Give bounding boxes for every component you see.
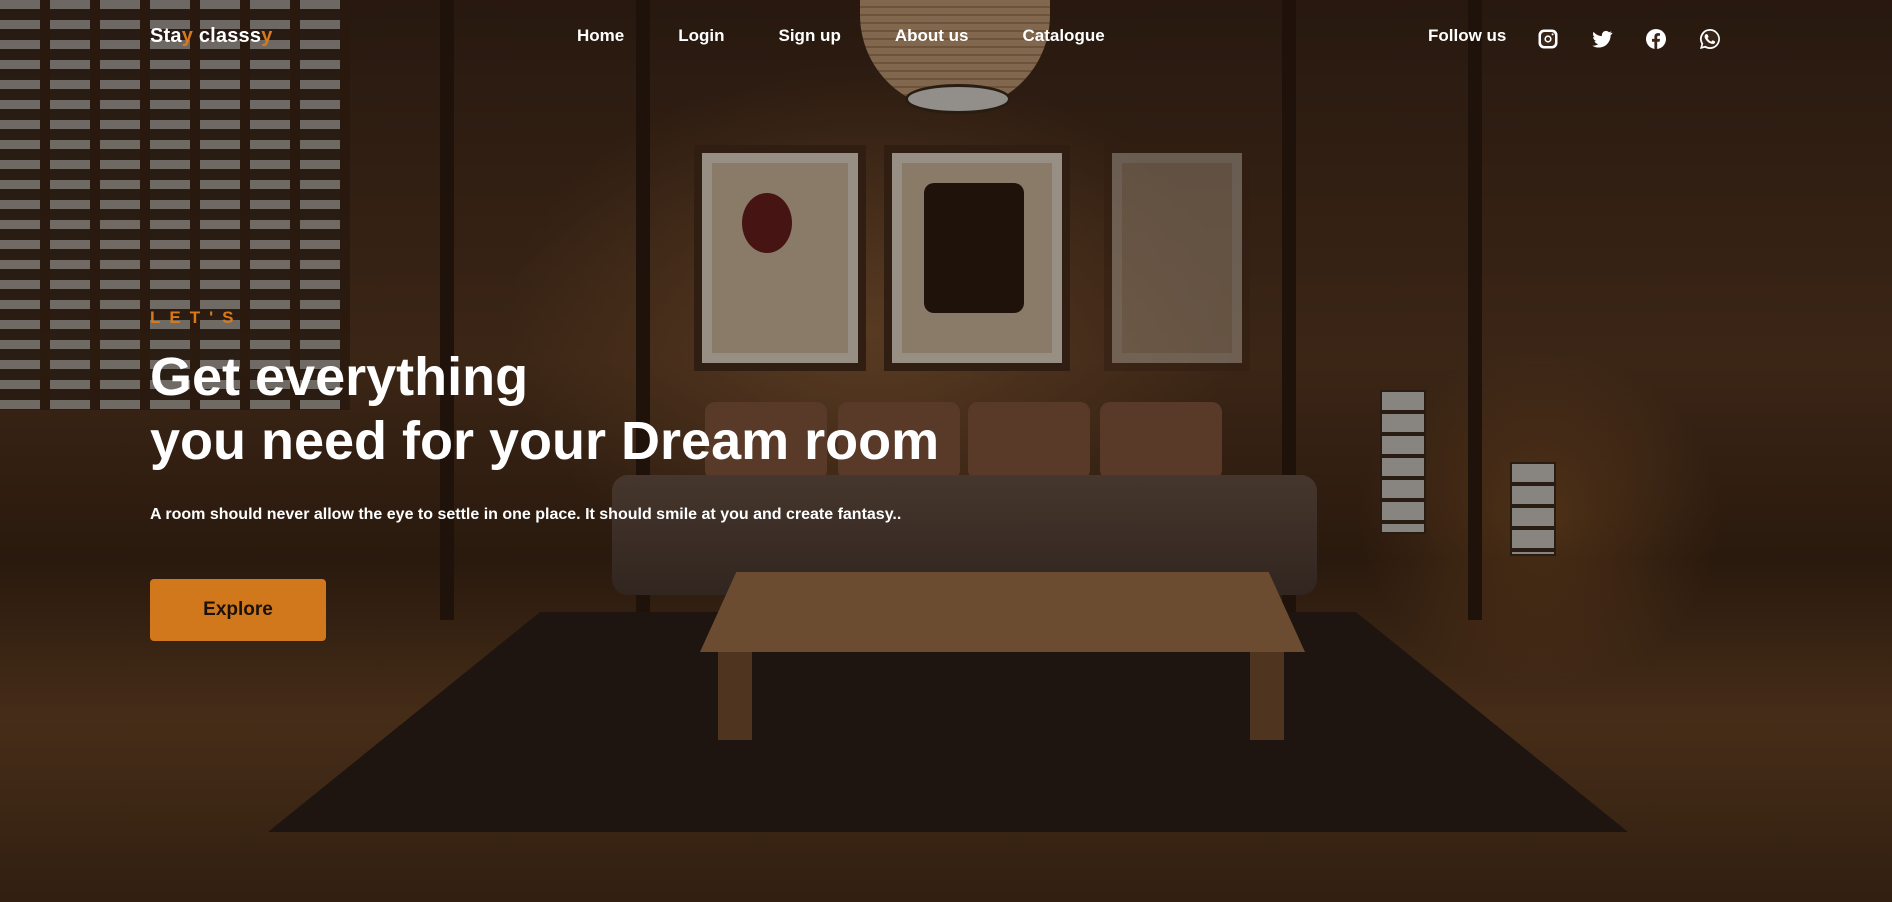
nav-sign-up[interactable]: Sign up	[779, 26, 841, 46]
facebook-icon[interactable]	[1644, 27, 1668, 51]
hero-headline-line1: Get everything	[150, 347, 529, 407]
nav-about-us[interactable]: About us	[895, 26, 969, 46]
nav-catalogue[interactable]: Catalogue	[1022, 26, 1104, 46]
social-links	[1536, 27, 1722, 51]
landing-page: Stay classsy Home Login Sign up About us…	[0, 0, 1892, 902]
follow-us-label: Follow us	[1428, 26, 1507, 45]
site-logo[interactable]: Stay classsy	[150, 25, 273, 48]
hero-headline-line2: you need for your Dream room	[150, 411, 940, 471]
hero-kicker: LET'S	[150, 308, 243, 327]
logo-text: class	[193, 25, 250, 47]
logo-text: Sta	[150, 25, 182, 47]
logo-accent: y	[261, 25, 273, 47]
hero-subtext: A room should never allow the eye to set…	[150, 506, 902, 523]
nav-login[interactable]: Login	[678, 26, 724, 46]
explore-button[interactable]: Explore	[150, 579, 326, 641]
main-nav: Home Login Sign up About us Catalogue	[577, 26, 1105, 46]
nav-home[interactable]: Home	[577, 26, 624, 46]
logo-accent: y	[181, 25, 194, 47]
whatsapp-icon[interactable]	[1698, 27, 1722, 51]
hero-headline: Get everything you need for your Dream r…	[150, 345, 939, 473]
twitter-icon[interactable]	[1590, 27, 1614, 51]
instagram-icon[interactable]	[1536, 27, 1560, 51]
logo-text: s	[249, 25, 262, 47]
